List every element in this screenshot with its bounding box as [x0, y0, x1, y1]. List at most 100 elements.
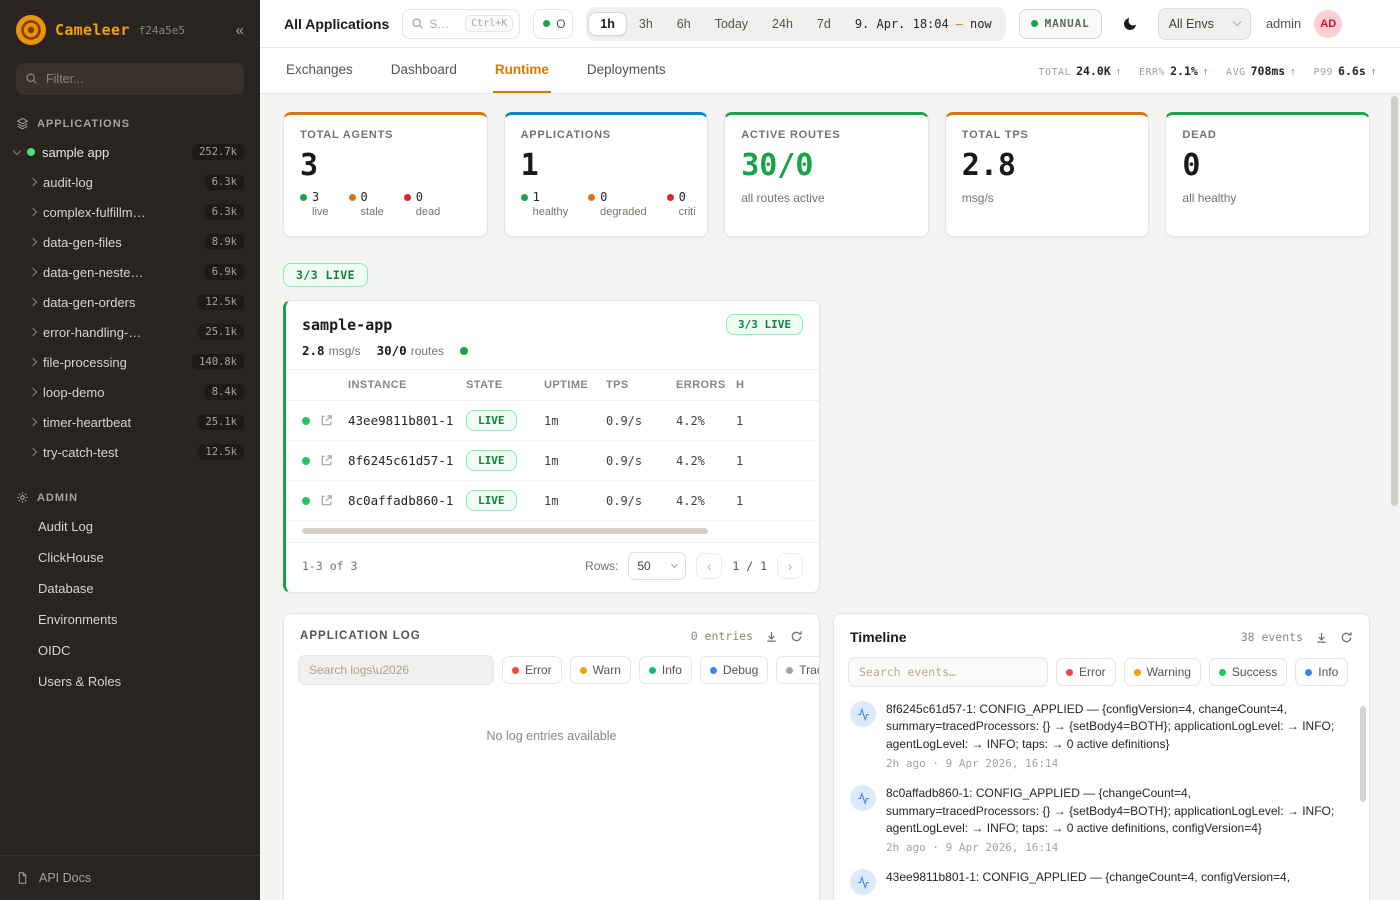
vertical-scrollbar[interactable] [1360, 706, 1366, 802]
log-filter-debug[interactable]: Debug [700, 656, 768, 684]
timeline-filter-info[interactable]: Info [1295, 658, 1348, 686]
horizontal-scrollbar[interactable] [302, 528, 803, 534]
refresh-icon[interactable] [790, 630, 803, 643]
status-dot [302, 457, 310, 465]
app-instance-id: f24a5e5 [139, 24, 185, 37]
prev-page-button[interactable]: ‹ [696, 553, 722, 579]
table-row[interactable]: 43ee9811b801-1 LIVE 1m 0.9/s 4.2% 1 [286, 401, 819, 441]
chip-label: Info [662, 663, 682, 677]
sidebar-item-file-processing[interactable]: file-processing 140.8k [0, 347, 260, 377]
stat-subtext: all routes active [741, 191, 912, 205]
sidebar-item-timer-heartbeat[interactable]: timer-heartbeat 25.1k [0, 407, 260, 437]
tree-item-label: timer-heartbeat [43, 415, 191, 430]
filter-input[interactable] [16, 63, 244, 95]
sidebar-item-data-gen-orders[interactable]: data-gen-orders 12.5k [0, 287, 260, 317]
admin-item-environments[interactable]: Environments [0, 604, 260, 635]
log-search-input[interactable] [298, 655, 494, 685]
admin-item-clickhouse[interactable]: ClickHouse [0, 542, 260, 573]
count-badge: 12.5k [198, 444, 244, 460]
info-dot [1305, 669, 1312, 676]
sidebar-item-complex-fulfillment[interactable]: complex-fulfillm… 6.3k [0, 197, 260, 227]
download-icon[interactable] [1315, 631, 1328, 644]
time-range-6h[interactable]: 6h [665, 12, 703, 36]
tree-item-label: sample app [42, 145, 185, 160]
time-range-7d[interactable]: 7d [805, 12, 843, 36]
environment-select-value: All Envs [1169, 17, 1214, 31]
custom-date-range[interactable]: 9. Apr. 18:04 — now [843, 17, 1004, 31]
timeline-search-input[interactable] [848, 657, 1048, 687]
list-item[interactable]: 8f6245c61d57-1: CONFIG_APPLIED — {config… [850, 701, 1347, 770]
tab-runtime[interactable]: Runtime [493, 48, 551, 93]
global-search-input[interactable] [429, 17, 460, 31]
metric-label: ERR% [1139, 67, 1165, 78]
timeline-filter-success[interactable]: Success [1209, 658, 1287, 686]
table-row[interactable]: 8c0affadb860-1 LIVE 1m 0.9/s 4.2% 1 [286, 481, 819, 521]
stat-value: 0 [1182, 149, 1353, 182]
log-filter-info[interactable]: Info [639, 656, 692, 684]
log-filter-warn[interactable]: Warn [570, 656, 631, 684]
errors-cell: 4.2% [676, 454, 736, 468]
scrollbar-thumb[interactable] [302, 528, 708, 534]
sidebar-item-data-gen-nested[interactable]: data-gen-neste… 6.9k [0, 257, 260, 287]
page-scrollbar[interactable] [1391, 96, 1398, 506]
chevron-down-icon [671, 561, 678, 568]
sidebar-item-data-gen-files[interactable]: data-gen-files 8.9k [0, 227, 260, 257]
time-range-24h[interactable]: 24h [760, 12, 805, 36]
heap-cell: 1 [736, 454, 776, 468]
sidebar-item-try-catch-test[interactable]: try-catch-test 12.5k [0, 437, 260, 467]
stat-value: 3 [300, 149, 471, 182]
time-range-today[interactable]: Today [703, 12, 760, 36]
refresh-icon[interactable] [1340, 631, 1353, 644]
tab-exchanges[interactable]: Exchanges [284, 48, 355, 93]
admin-item-users-roles[interactable]: Users & Roles [0, 666, 260, 697]
global-search[interactable]: Ctrl+K [402, 9, 520, 39]
tps-cell: 0.9/s [606, 414, 676, 428]
sidebar-item-loop-demo[interactable]: loop-demo 8.4k [0, 377, 260, 407]
sidebar-item-sample-app[interactable]: sample app 252.7k [0, 137, 260, 167]
external-link-icon[interactable] [320, 454, 348, 467]
external-link-icon[interactable] [320, 494, 348, 507]
download-icon[interactable] [765, 630, 778, 643]
log-filter-trace[interactable]: Trace [776, 656, 820, 684]
time-range-3h[interactable]: 3h [627, 12, 665, 36]
admin-item-database[interactable]: Database [0, 573, 260, 604]
time-range-selector: 1h 3h 6h Today 24h 7d 9. Apr. 18:04 — no… [586, 7, 1005, 41]
dark-mode-toggle[interactable] [1115, 9, 1145, 39]
next-page-button[interactable]: › [777, 553, 803, 579]
api-docs-link[interactable]: API Docs [0, 855, 260, 900]
breakdown-critical: 0 criti [667, 190, 696, 218]
external-link-icon[interactable] [320, 414, 348, 427]
sidebar-item-audit-log[interactable]: audit-log 6.3k [0, 167, 260, 197]
stat-subtext: all healthy [1182, 191, 1353, 205]
sidebar-collapse-icon[interactable]: « [236, 22, 244, 39]
list-item[interactable]: 43ee9811b801-1: CONFIG_APPLIED — {change… [850, 869, 1347, 895]
tab-dashboard[interactable]: Dashboard [389, 48, 459, 93]
refresh-mode-label: MANUAL [1045, 17, 1090, 30]
admin-item-audit-log[interactable]: Audit Log [0, 511, 260, 542]
tree-item-label: file-processing [43, 355, 185, 370]
environment-select[interactable]: All Envs [1158, 8, 1251, 40]
connection-status-chip[interactable]: O [533, 9, 573, 39]
rows-per-page-select[interactable]: 50 [628, 552, 686, 580]
timeline-events-count: 38 events [1241, 630, 1303, 644]
timeline-filter-error[interactable]: Error [1056, 658, 1116, 686]
time-range-1h[interactable]: 1h [588, 12, 627, 36]
tab-deployments[interactable]: Deployments [585, 48, 668, 93]
chevron-right-icon [29, 238, 37, 246]
timeline-filter-warning[interactable]: Warning [1124, 658, 1201, 686]
avatar[interactable]: AD [1314, 10, 1342, 38]
stat-breakdown: 1 healthy 0 degraded 0 criti [521, 190, 692, 218]
tabbar: Exchanges Dashboard Runtime Deployments … [260, 48, 1400, 94]
state-badge: LIVE [466, 490, 517, 511]
sidebar-item-error-handling[interactable]: error-handling-… 25.1k [0, 317, 260, 347]
routes-value: 30/0 [377, 343, 407, 358]
applications-section-header: APPLICATIONS [0, 109, 260, 137]
table-row[interactable]: 8f6245c61d57-1 LIVE 1m 0.9/s 4.2% 1 [286, 441, 819, 481]
refresh-mode-button[interactable]: MANUAL [1019, 9, 1102, 39]
col-heap: H [736, 379, 776, 391]
log-filter-error[interactable]: Error [502, 656, 562, 684]
admin-item-oidc[interactable]: OIDC [0, 635, 260, 666]
list-item[interactable]: 8c0affadb860-1: CONFIG_APPLIED — {change… [850, 785, 1347, 854]
stat-title: DEAD [1182, 129, 1353, 141]
status-dot [27, 148, 35, 156]
